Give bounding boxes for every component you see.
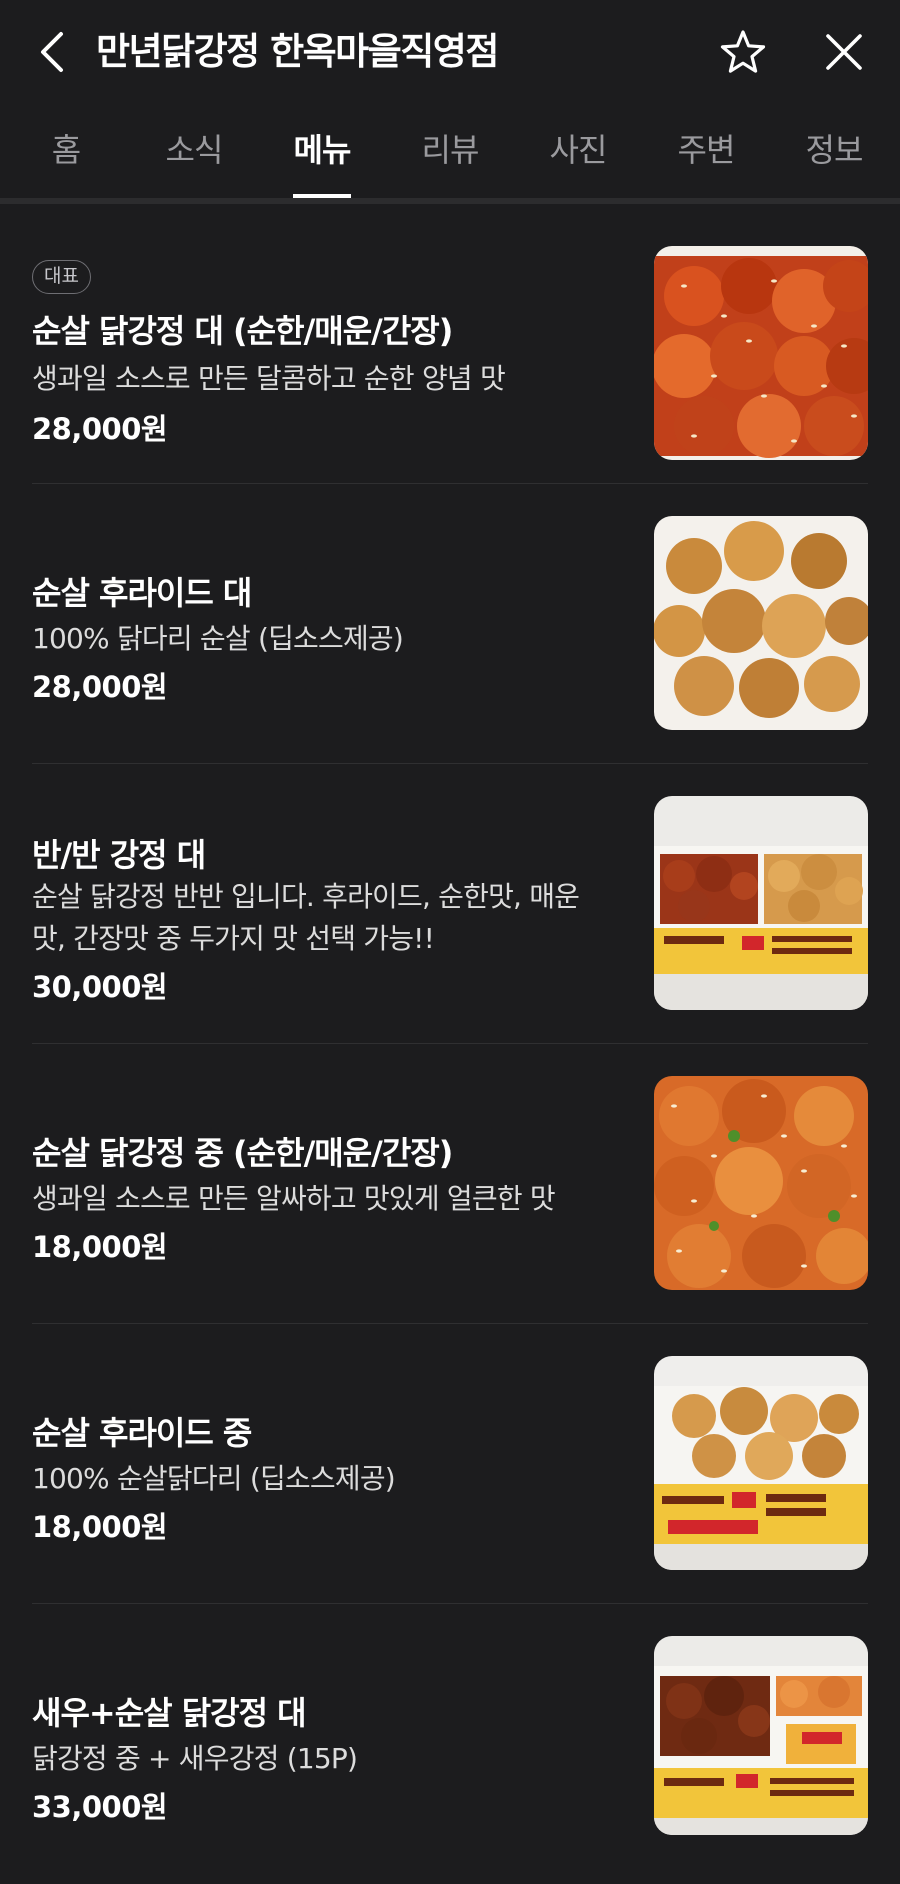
menu-item-photo[interactable] — [654, 1356, 868, 1570]
favorite-button[interactable] — [715, 24, 771, 80]
menu-item-description: 100% 순살닭다리 (딥소스제공) — [32, 1462, 396, 1495]
menu-item[interactable]: 새우+순살 닭강정 대 닭강정 중 + 새우강정 (15P) 33,000원 — [0, 1604, 900, 1884]
tab-home[interactable]: 홈 — [11, 118, 121, 198]
menu-item-photo[interactable] — [654, 1636, 868, 1835]
menu-item-price: 28,000원 — [32, 670, 168, 704]
menu-item[interactable]: 순살 후라이드 대 100% 닭다리 순살 (딥소스제공) 28,000원 — [0, 484, 900, 764]
chevron-left-icon — [41, 32, 63, 72]
menu-item-description: 닭강정 중 + 새우강정 (15P) — [32, 1742, 358, 1775]
menu-item-photo[interactable] — [654, 246, 868, 460]
food-photo-half-half-box — [654, 796, 868, 1010]
tab-info[interactable]: 정보 — [779, 118, 889, 198]
menu-item-name: 순살 닭강정 중 (순한/매운/간장) — [32, 1134, 453, 1172]
tab-reviews[interactable]: 리뷰 — [395, 118, 505, 198]
menu-item-description: 생과일 소스로 만든 알싸하고 맛있게 얼큰한 맛 — [32, 1182, 556, 1215]
food-photo-spicy-chicken — [654, 246, 868, 460]
menu-item-description: 100% 닭다리 순살 (딥소스제공) — [32, 622, 404, 655]
close-button[interactable] — [816, 24, 872, 80]
menu-item-name: 순살 후라이드 대 — [32, 574, 252, 612]
star-outline-icon — [720, 30, 766, 73]
close-icon — [826, 34, 862, 70]
menu-item-price: 18,000원 — [32, 1230, 168, 1264]
menu-item-price: 28,000원 — [32, 412, 168, 446]
menu-item-price: 30,000원 — [32, 970, 168, 1004]
food-photo-fried-chicken-box — [654, 1356, 868, 1570]
menu-item[interactable]: 반/반 강정 대 순살 닭강정 반반 입니다. 후라이드, 순한맛, 매운맛, … — [0, 764, 900, 1044]
menu-item-photo[interactable] — [654, 1076, 868, 1290]
tab-menu[interactable]: 메뉴 — [267, 118, 377, 198]
tab-nearby[interactable]: 주변 — [651, 118, 761, 198]
menu-item[interactable]: 순살 닭강정 중 (순한/매운/간장) 생과일 소스로 만든 알싸하고 맛있게 … — [0, 1044, 900, 1324]
food-photo-shrimp-chicken-box — [654, 1636, 868, 1835]
menu-item-name: 순살 닭강정 대 (순한/매운/간장) — [32, 312, 453, 350]
menu-item-name: 새우+순살 닭강정 대 — [32, 1694, 307, 1732]
menu-item-photo[interactable] — [654, 796, 868, 1010]
tab-photos[interactable]: 사진 — [523, 118, 633, 198]
menu-item-name: 반/반 강정 대 — [32, 836, 206, 874]
back-button[interactable] — [30, 24, 74, 80]
menu-item-description: 순살 닭강정 반반 입니다. 후라이드, 순한맛, 매운맛, 간장맛 중 두가지… — [32, 880, 580, 955]
menu-item-price: 33,000원 — [32, 1790, 168, 1824]
menu-item[interactable]: 순살 후라이드 중 100% 순살닭다리 (딥소스제공) 18,000원 — [0, 1324, 900, 1604]
signature-badge: 대표 — [32, 260, 91, 294]
menu-item-photo[interactable] — [654, 516, 868, 730]
top-bar: 만년닭강정 한옥마을직영점 — [0, 0, 900, 105]
menu-item-name: 순살 후라이드 중 — [32, 1414, 252, 1452]
menu-item-price: 18,000원 — [32, 1510, 168, 1544]
menu-item[interactable]: 대표 순살 닭강정 대 (순한/매운/간장) 생과일 소스로 만든 달콤하고 순… — [0, 204, 900, 484]
tab-news[interactable]: 소식 — [139, 118, 249, 198]
food-photo-spicy-chicken-medium — [654, 1076, 868, 1290]
menu-item-description: 생과일 소스로 만든 달콤하고 순한 양념 맛 — [32, 362, 506, 395]
tab-bar: 홈 소식 메뉴 리뷰 사진 주변 정보 — [0, 118, 900, 198]
page-title: 만년닭강정 한옥마을직영점 — [96, 30, 499, 73]
food-photo-fried-chicken — [654, 516, 868, 730]
